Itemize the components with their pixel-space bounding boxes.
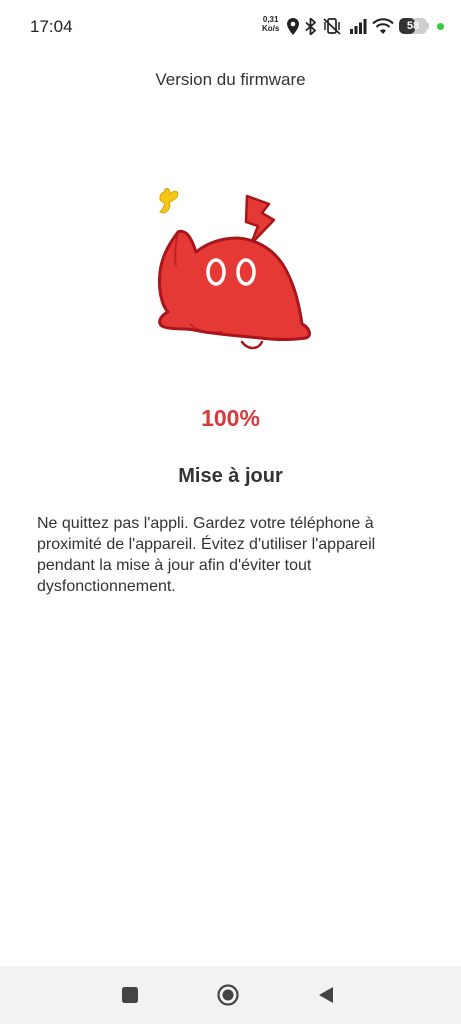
back-triangle-icon[interactable]: [315, 984, 337, 1006]
update-heading: Mise à jour: [178, 465, 283, 487]
network-speed-unit: Ko/s: [262, 24, 280, 33]
battery-level: 58: [406, 20, 420, 32]
recents-square-icon[interactable]: [119, 984, 141, 1006]
status-time: 17:04: [30, 17, 73, 36]
page-title: Version du firmware: [155, 70, 306, 89]
network-speed-value: 0,31: [262, 15, 279, 24]
mascot-mouth: [240, 340, 264, 350]
bluetooth-icon: [305, 18, 317, 35]
mascot-illustration: [158, 187, 311, 350]
network-speed: 0,31 Ko/s: [262, 15, 279, 33]
sparkle-icon: [159, 187, 179, 214]
wifi-icon: [372, 18, 394, 34]
signal-icon: [350, 19, 367, 34]
lightning-bolt-icon: [244, 194, 276, 246]
progress-percentage: 100%: [201, 405, 260, 431]
battery-icon: 58: [399, 18, 429, 34]
status-bar: 17:04 0,31 Ko/s 58: [0, 0, 461, 56]
green-dot-indicator: [437, 23, 444, 30]
home-circle-icon[interactable]: [217, 984, 239, 1006]
mascot-body: [158, 229, 311, 341]
update-description: Ne quittez pas l'appli. Gardez votre tél…: [37, 515, 376, 595]
vibrate-icon: [323, 18, 341, 35]
navigation-bar: [0, 966, 461, 1024]
location-icon: [287, 18, 299, 35]
